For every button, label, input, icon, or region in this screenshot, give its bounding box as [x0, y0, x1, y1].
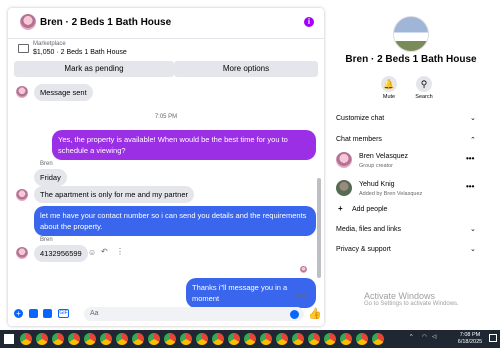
- mute-label[interactable]: Mute: [377, 94, 401, 100]
- message-bubble[interactable]: 4132956599: [34, 245, 88, 262]
- image-icon[interactable]: [29, 309, 38, 318]
- info-icon[interactable]: i: [304, 17, 314, 27]
- browser-icon[interactable]: [212, 333, 224, 345]
- browser-icon[interactable]: [116, 333, 128, 345]
- member-name[interactable]: Bren Velasquez: [359, 153, 408, 160]
- message-bubble[interactable]: The apartment is only for me and my part…: [34, 186, 194, 203]
- browser-icon[interactable]: [308, 333, 320, 345]
- avatar[interactable]: [20, 14, 36, 30]
- chat-panel: Bren · 2 Beds 1 Bath House i Marketplace…: [8, 8, 324, 326]
- more-icon[interactable]: •••: [466, 154, 474, 163]
- browser-icon[interactable]: [20, 333, 32, 345]
- volume-icon[interactable]: ◁: [432, 334, 436, 340]
- browser-icon[interactable]: [228, 333, 240, 345]
- gif-icon[interactable]: GIF: [58, 309, 69, 318]
- message-bubble[interactable]: Friday: [34, 169, 67, 186]
- sender-name: Bren: [40, 237, 53, 243]
- add-person-icon[interactable]: +: [338, 204, 343, 213]
- wifi-icon[interactable]: ◠: [422, 334, 427, 340]
- sticker-icon[interactable]: [43, 309, 52, 318]
- member-role: Added by Bren Velasquez: [359, 191, 423, 197]
- timestamp: 7:05 PM: [154, 114, 178, 120]
- privacy-support[interactable]: Privacy & support: [336, 246, 391, 253]
- more-icon[interactable]: •••: [466, 182, 474, 191]
- browser-icon[interactable]: [68, 333, 80, 345]
- composer: + GIF Aa 👍: [8, 304, 324, 326]
- listing-photo: [393, 16, 429, 52]
- browser-icon[interactable]: [276, 333, 288, 345]
- chat-title[interactable]: Bren · 2 Beds 1 Bath House: [40, 17, 171, 28]
- conversation-info-panel: Bren · 2 Beds 1 Bath House 🔔 Mute ⚲ Sear…: [330, 8, 492, 326]
- message-bubble[interactable]: let me have your contact number so i can…: [34, 206, 316, 236]
- customize-chat[interactable]: Customize chat: [336, 115, 384, 122]
- message-list: Message sent 7:05 PM Yes, the property i…: [8, 78, 324, 308]
- clock-date[interactable]: 6/18/2025: [455, 339, 485, 345]
- browser-icon[interactable]: [164, 333, 176, 345]
- mark-as-pending-button[interactable]: Mark as pending: [14, 61, 174, 77]
- search-label[interactable]: Search: [412, 94, 436, 100]
- clock-time[interactable]: 7:08 PM: [455, 332, 485, 338]
- message-input[interactable]: Aa: [84, 307, 304, 321]
- notification-icon[interactable]: [489, 334, 497, 342]
- browser-icon[interactable]: [100, 333, 112, 345]
- chat-members[interactable]: Chat members: [336, 136, 382, 143]
- chevron-down-icon[interactable]: ⌄: [470, 245, 476, 253]
- add-people-button[interactable]: Add people: [352, 206, 387, 213]
- start-icon[interactable]: [4, 334, 14, 344]
- panel-title: Bren · 2 Beds 1 Bath House: [345, 54, 477, 65]
- reply-icon[interactable]: ↶: [101, 247, 108, 256]
- browser-icon[interactable]: [292, 333, 304, 345]
- listing-title[interactable]: $1,050 · 2 Beds 1 Bath House: [33, 49, 127, 56]
- search-icon[interactable]: ⚲: [416, 76, 432, 92]
- browser-icon[interactable]: [148, 333, 160, 345]
- bell-icon[interactable]: 🔔: [381, 76, 397, 92]
- browser-icon[interactable]: [244, 333, 256, 345]
- message-bubble[interactable]: Message sent: [34, 84, 93, 101]
- avatar[interactable]: [336, 180, 352, 196]
- message-bubble[interactable]: Yes, the property is available! When wou…: [52, 130, 316, 160]
- media-files-links[interactable]: Media, files and links: [336, 226, 401, 233]
- avatar: [16, 247, 28, 259]
- browser-icon[interactable]: [260, 333, 272, 345]
- watermark-title: Activate Windows: [364, 291, 436, 301]
- browser-icon[interactable]: [36, 333, 48, 345]
- browser-icon[interactable]: [196, 333, 208, 345]
- watermark-subtitle: Go to Settings to activate Windows.: [364, 301, 459, 307]
- chevron-up-icon[interactable]: ⌃: [470, 136, 476, 144]
- browser-icon[interactable]: [372, 333, 384, 345]
- browser-icon[interactable]: [324, 333, 336, 345]
- sender-name: Bren: [40, 161, 53, 167]
- browser-icon[interactable]: [84, 333, 96, 345]
- sent-status: Sent: [293, 294, 306, 300]
- avatar: [16, 86, 28, 98]
- plus-icon[interactable]: +: [14, 309, 23, 318]
- like-icon[interactable]: 👍: [308, 307, 322, 320]
- chevron-down-icon[interactable]: ⌄: [470, 114, 476, 122]
- avatar: [16, 189, 28, 201]
- react-icon[interactable]: ☺: [88, 248, 96, 257]
- more-options-button[interactable]: More options: [174, 61, 318, 77]
- member-role: Group creator: [359, 163, 393, 169]
- more-icon[interactable]: ⋮: [116, 247, 124, 256]
- chat-header: Bren · 2 Beds 1 Bath House i: [8, 8, 324, 39]
- browser-icon[interactable]: [180, 333, 192, 345]
- marketplace-icon: [18, 44, 29, 53]
- browser-icon[interactable]: [132, 333, 144, 345]
- scrollbar[interactable]: [317, 178, 321, 278]
- tray-up-icon[interactable]: ^: [410, 334, 413, 340]
- marketplace-label: Marketplace: [33, 41, 66, 47]
- emoji-icon[interactable]: [290, 310, 299, 319]
- taskbar: ^ ◠ ◁ 7:08 PM 6/18/2025: [0, 330, 500, 348]
- seen-avatar: [300, 266, 307, 273]
- browser-icon[interactable]: [356, 333, 368, 345]
- chevron-down-icon[interactable]: ⌄: [470, 225, 476, 233]
- activation-watermark: Activate Windows Go to Settings to activ…: [364, 291, 459, 307]
- avatar[interactable]: [336, 152, 352, 168]
- browser-icon[interactable]: [340, 333, 352, 345]
- member-name[interactable]: Yehud Knig: [359, 181, 395, 188]
- browser-icon[interactable]: [52, 333, 64, 345]
